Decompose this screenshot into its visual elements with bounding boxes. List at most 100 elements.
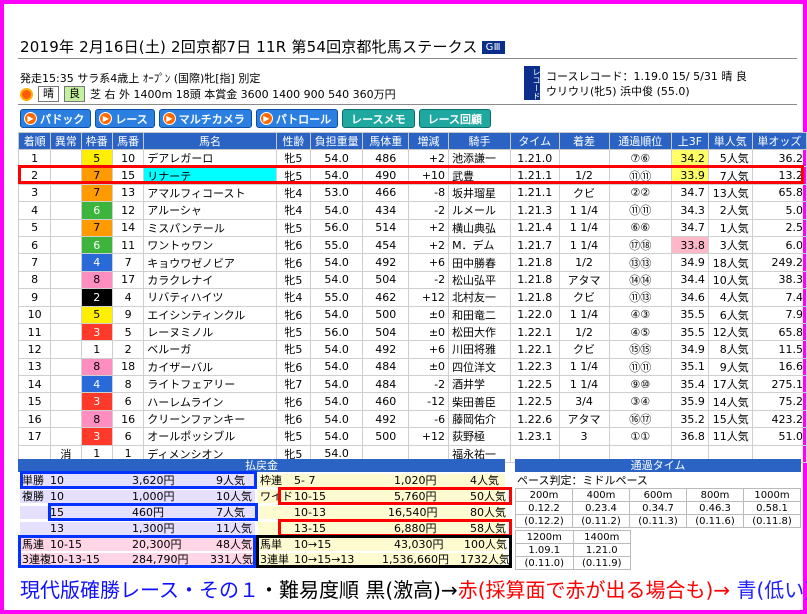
finish-cell: 4 [17, 201, 52, 220]
column-header[interactable]: 馬番 [111, 132, 145, 150]
sex-age-cell: 牝7 [275, 375, 311, 394]
popularity-cell: 8人気 [707, 340, 753, 359]
horse-name-cell[interactable]: エイシンティンクル [143, 305, 277, 324]
multi-camera-button[interactable]: ▶ マルチカメラ [158, 109, 252, 128]
frame-cell: 5 [80, 148, 113, 168]
table-row: 17 3 6 オールポッシブル 牝5 54.0 500 +12 荻野極 1.23.1 3 ①① 36.8… [17, 427, 807, 446]
horse-name-cell[interactable]: リバティハイツ [143, 288, 277, 307]
jockey-cell: 池添謙一 [448, 148, 511, 168]
horse-name-cell[interactable]: アマルフィコースト [143, 183, 277, 203]
times-distance-cell: 1000m [743, 488, 801, 502]
column-header[interactable]: 上3F [670, 132, 709, 150]
margin-cell: アタマ [558, 270, 610, 290]
weight-cell: 54.0 [309, 427, 364, 446]
horse-name-cell[interactable]: ベルーガ [143, 340, 277, 359]
column-header[interactable]: 性齢 [275, 132, 311, 150]
column-header[interactable]: 着順 [17, 132, 52, 150]
horse-name-cell[interactable]: リナーテ [143, 166, 277, 185]
horse-name-cell[interactable]: クリーンファンキー [143, 409, 277, 429]
jockey-cell: 川田将雅 [448, 340, 511, 359]
difficulty-caption: 現代版確勝レース・その１・難易度順 黒(激高)→赤(採算面で赤が出る場合も)→ … [20, 574, 807, 603]
time-cell: 1.21.4 [509, 218, 560, 237]
popularity-cell: 1人気 [707, 218, 753, 237]
weight-change-cell: +6 [408, 253, 450, 272]
column-header[interactable]: 単オッズ [751, 132, 807, 150]
wide-row-3: 13-15 6,880円 58人気 [258, 522, 506, 535]
table-row: 10 5 9 エイシンティンクル 牝6 54.0 500 ±0 和田竜二 1.22.0 1 1/4 ④… [17, 305, 807, 324]
horse-name-cell[interactable]: デアレガーロ [143, 148, 277, 168]
wakuren-combo: 5- 7 [294, 474, 316, 487]
abnormal-cell [50, 375, 82, 394]
column-header[interactable]: 異常 [50, 132, 82, 150]
race-weather-line: 晴 良 芝 右 外 1400m 18頭 本賞金 3600 1400 900 54… [20, 86, 396, 102]
passing-cell: ④③ [608, 305, 672, 324]
time-cell: 1.21.3 [509, 201, 560, 220]
race-review-button[interactable]: レース回顧 [418, 109, 492, 128]
times-lap-row: (0.11.0) (0.11.9) [515, 556, 631, 570]
horse-name-cell[interactable]: キョウワゼノビア [143, 253, 277, 272]
column-header[interactable]: 通過順位 [608, 132, 672, 150]
fukusho-pop: 11人気 [216, 522, 252, 535]
popularity-cell: 3人気 [707, 235, 753, 255]
passing-cell: ⑪⑪ [608, 201, 672, 220]
times-distance-cell: 800m [686, 488, 744, 502]
column-header[interactable]: 単人気 [707, 132, 753, 150]
patrol-button[interactable]: ▶ パトロール [255, 109, 339, 128]
paddock-button[interactable]: ▶ パドック [20, 109, 92, 128]
last3f-cell: 35.1 [670, 357, 709, 377]
table-row: 1 5 10 デアレガーロ 牝5 54.0 486 +2 池添謙一 1.21.0 ⑦⑥ 34.2 5人気… [17, 148, 807, 168]
jockey-cell: 横山典弘 [448, 218, 511, 237]
column-header[interactable]: 増減 [408, 132, 450, 150]
odds-cell: 36.2 [751, 148, 807, 168]
fukusho-amount: 460円 [132, 506, 164, 519]
horse-name-cell[interactable]: ライトフェアリー [143, 375, 277, 394]
column-header[interactable]: 馬名 [143, 132, 277, 150]
race-memo-button[interactable]: レースメモ [342, 109, 415, 128]
body-weight-cell: 484 [362, 357, 410, 377]
horse-name-cell[interactable]: カラクレナイ [143, 270, 277, 290]
wakuren-amount: 1,020円 [394, 474, 437, 487]
horse-name-cell[interactable]: ハーレムライン [143, 392, 277, 411]
race-conditions: 発走15:35 サラ系4歳上 ｵｰﾌﾟﾝ (国際)牝[指] 別定 [20, 72, 261, 85]
body-weight-cell: 486 [362, 148, 410, 168]
weight-change-cell: -12 [408, 392, 450, 411]
horse-name-cell[interactable]: カイザーバル [143, 357, 277, 377]
times-lap-cell: (0.11.3) [629, 514, 687, 528]
column-header[interactable]: タイム [509, 132, 560, 150]
sex-age-cell: 牝5 [275, 218, 311, 237]
horse-name-cell[interactable]: ミスパンテール [143, 218, 277, 237]
fukusho-row-3: 13 1,300円 11人気 [20, 522, 255, 535]
umaren-amount: 20,300円 [132, 538, 182, 551]
divider [18, 104, 797, 105]
column-header[interactable]: 騎手 [448, 132, 511, 150]
horse-name-cell[interactable]: ワントゥワン [143, 235, 277, 255]
horse-name-cell[interactable]: レーヌミノル [143, 322, 277, 342]
payout-header: 払戻金 [18, 459, 505, 472]
body-weight-cell: 454 [362, 235, 410, 255]
horse-name-cell[interactable]: オールポッシブル [143, 427, 277, 446]
weight-change-cell: +12 [408, 288, 450, 307]
odds-cell: 51.0 [751, 427, 807, 446]
horse-name-cell[interactable]: アルーシャ [143, 201, 277, 220]
jockey-cell: ルメール [448, 201, 511, 220]
times-lap-row: (0.12.2) (0.11.2) (0.11.3) (0.11.6) (0.11.8) [515, 514, 801, 528]
column-header[interactable]: 負担重量 [309, 132, 364, 150]
fukusho-row-2: 15 460円 7人気 [20, 506, 255, 519]
column-header[interactable]: 枠番 [80, 132, 113, 150]
play-icon: ▶ [99, 112, 113, 125]
jockey-cell: 北村友一 [448, 288, 511, 307]
weight-cell: 54.0 [309, 305, 364, 324]
finish-cell: 17 [17, 427, 52, 446]
column-header[interactable]: 着差 [558, 132, 610, 150]
sex-age-cell: 牝5 [275, 270, 311, 290]
body-weight-cell: 492 [362, 340, 410, 359]
fukusho-pop: 10人気 [216, 490, 252, 503]
column-header[interactable]: 馬体重 [362, 132, 410, 150]
sanrenpuku-pop: 331人気 [210, 553, 253, 566]
sanrenpuku-row: 3連複 10-13-15 284,790円 331人気 [20, 553, 255, 566]
horse-number-cell: 5 [111, 322, 145, 342]
popularity-cell: 7人気 [707, 166, 753, 185]
passing-cell: ⑮⑮ [608, 340, 672, 359]
weight-cell: 54.0 [309, 409, 364, 429]
race-video-button[interactable]: ▶ レース [95, 109, 155, 128]
